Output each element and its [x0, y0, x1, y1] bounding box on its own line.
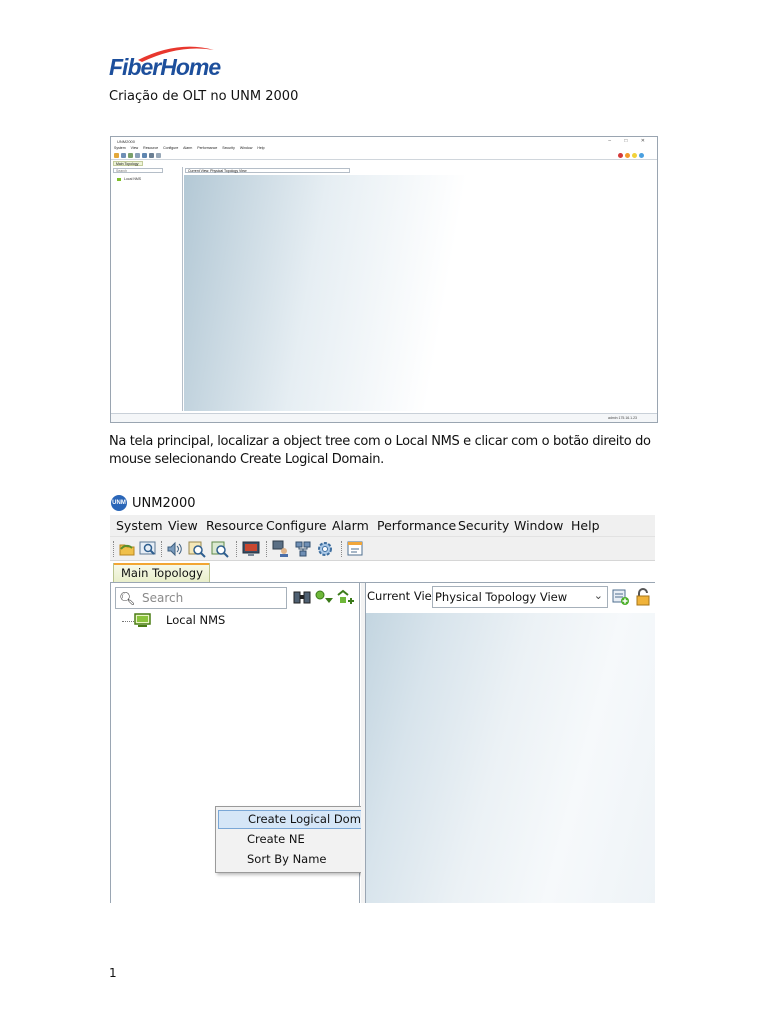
tree-connector — [122, 621, 134, 622]
s1-toolbar — [111, 152, 657, 160]
tab-bar: Main Topology — [110, 561, 655, 583]
s1-menu-performance: Performance — [197, 146, 218, 150]
menu-help[interactable]: Help — [571, 518, 600, 533]
s1-object-tree-panel: Search Local NMS — [111, 167, 183, 411]
toolbar-separator — [266, 541, 267, 557]
s1-search-input: Search — [113, 168, 163, 173]
s1-tree-node-local-nms: Local NMS — [117, 177, 141, 181]
settings-icon[interactable] — [316, 540, 334, 558]
s1-alarm-minor-icon — [632, 153, 637, 158]
local-nms-icon — [134, 613, 151, 627]
s1-menu-window: Window — [239, 146, 253, 150]
monitor-icon[interactable] — [242, 540, 260, 558]
s1-window-buttons: – □ ✕ — [608, 138, 651, 144]
document-title: Criação de OLT no UNM 2000 — [109, 89, 299, 104]
screenshot-main-window: UNM2000 – □ ✕ System View Resource Confi… — [110, 136, 658, 423]
network-icon[interactable] — [294, 540, 312, 558]
s1-users-icon — [149, 153, 154, 158]
s1-alarm-major-icon — [625, 153, 630, 158]
s1-menu-system: System — [114, 146, 126, 150]
menu-item-sort-by-name-label: Sort By Name — [247, 852, 327, 866]
chevron-down-icon: ⌄ — [593, 589, 603, 602]
search-icon: 🔍︎ — [119, 591, 136, 606]
window-titlebar: UNM UNM2000 — [110, 493, 655, 515]
menu-security[interactable]: Security — [458, 518, 509, 533]
menu-alarm[interactable]: Alarm — [332, 518, 369, 533]
s1-window-title: UNM2000 — [117, 139, 136, 144]
toolbar-separator — [236, 541, 237, 557]
zoom-icon[interactable] — [139, 540, 157, 558]
open-folder-icon[interactable] — [118, 540, 136, 558]
s1-menu-configure: Configure — [163, 146, 179, 150]
window-icon[interactable] — [346, 540, 364, 558]
tree-node-local-nms[interactable]: Local NMS — [166, 613, 225, 627]
s1-current-view-select: Current View: Physical Topology View — [185, 168, 350, 173]
tab-main-topology[interactable]: Main Topology — [113, 563, 210, 583]
screenshot-context-menu: UNM UNM2000 System View Resource Configu… — [110, 493, 655, 903]
toolbar-separator — [113, 541, 114, 557]
add-view-icon[interactable] — [612, 588, 630, 606]
menu-performance[interactable]: Performance — [377, 518, 456, 533]
search-input[interactable]: 🔍︎ Search — [115, 587, 287, 609]
s1-settings-icon — [156, 153, 161, 158]
menu-configure[interactable]: Configure — [266, 518, 327, 533]
menu-view[interactable]: View — [168, 518, 198, 533]
s1-menu-help: Help — [257, 146, 265, 150]
s1-menu-resource: Resource — [143, 146, 159, 150]
binoculars-icon[interactable] — [292, 589, 312, 607]
object-tree-panel: 🔍︎ Search Local NMS Create Logical Domai… — [110, 583, 409, 903]
instruction-paragraph: Na tela principal, localizar a object tr… — [109, 434, 651, 467]
s1-alarm-warning-icon — [639, 153, 644, 158]
menu-window[interactable]: Window — [514, 518, 563, 533]
find-alarm-icon[interactable] — [211, 540, 229, 558]
topology-panel: Current View: Physical Topology View ⌄ — [365, 583, 655, 903]
s1-zoom-icon — [121, 153, 126, 158]
menu-resource[interactable]: Resource — [206, 518, 263, 533]
s1-menu-alarm: Alarm — [183, 146, 193, 150]
toolbar-separator — [341, 541, 342, 557]
workspace: 🔍︎ Search Local NMS Create Logical Domai… — [110, 582, 655, 903]
s1-open-icon — [114, 153, 119, 158]
s1-topology-canvas — [184, 175, 657, 411]
menu-system[interactable]: System — [116, 518, 163, 533]
menubar: System View Resource Configure Alarm Per… — [110, 515, 655, 537]
unm-logo-icon: UNM — [111, 495, 127, 511]
toolbar-separator — [161, 541, 162, 557]
filter-icon[interactable] — [314, 589, 334, 607]
window-title: UNM2000 — [132, 496, 196, 511]
current-view-select[interactable]: Physical Topology View ⌄ — [432, 586, 608, 608]
fiberhome-logo: FiberHome — [108, 42, 221, 82]
page-number: 1 — [109, 966, 117, 980]
search-placeholder: Search — [142, 591, 184, 605]
s1-monitor-icon — [142, 153, 147, 158]
lock-icon[interactable] — [634, 588, 652, 606]
s1-tab-main-topology: Main Topology — [113, 161, 143, 166]
toolbar — [110, 537, 655, 561]
s1-speaker-icon — [128, 153, 133, 158]
menu-item-create-ne-label: Create NE — [247, 832, 305, 846]
s1-status-bar: admin 175.16.1.23 — [111, 413, 657, 422]
s1-find-icon — [135, 153, 140, 158]
find-icon[interactable] — [188, 540, 206, 558]
s1-menu-view: View — [130, 146, 139, 150]
s1-menu-security: Security — [222, 146, 235, 150]
s1-alarm-critical-icon — [618, 153, 623, 158]
topology-canvas[interactable] — [366, 613, 655, 903]
speaker-icon[interactable] — [166, 540, 184, 558]
users-icon[interactable] — [272, 540, 290, 558]
current-view-value: Physical Topology View — [435, 590, 568, 604]
tree-filter-icon[interactable] — [336, 589, 356, 607]
logo-text: FiberHome — [109, 54, 221, 80]
